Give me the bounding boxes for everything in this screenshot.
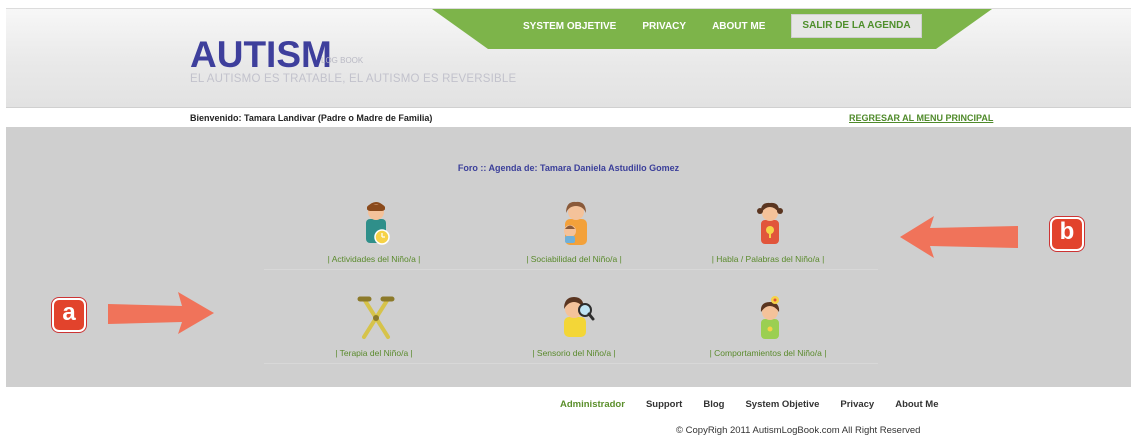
footer-link-blog[interactable]: Blog bbox=[703, 399, 724, 410]
footer-link-support[interactable]: Support bbox=[646, 399, 682, 410]
tile-terapia[interactable]: | Terapia del Niño/a | bbox=[264, 293, 484, 364]
separator bbox=[658, 363, 878, 364]
separator bbox=[658, 269, 878, 270]
separator bbox=[464, 269, 684, 270]
footer-link-about-me[interactable]: About Me bbox=[895, 399, 938, 410]
tile-label: | Sociabilidad del Niño/a | bbox=[526, 254, 622, 264]
copyright-notice: © CopyRigh 2011 AutismLogBook.com All Ri… bbox=[676, 425, 921, 436]
welcome-message: Bienvenido: Tamara Landivar (Padre o Mad… bbox=[190, 113, 433, 123]
tile-sociabilidad[interactable]: | Sociabilidad del Niño/a | bbox=[464, 199, 684, 270]
girl-flower-icon bbox=[760, 296, 780, 339]
mother-child-icon bbox=[564, 201, 587, 245]
footer-links: Administrador Support Blog System Objeti… bbox=[560, 399, 959, 410]
site-logo[interactable]: AUTISM bbox=[190, 36, 332, 73]
forum-title: Foro :: Agenda de: Tamara Daniela Astudi… bbox=[457, 163, 680, 173]
girl-speech-icon bbox=[757, 202, 783, 244]
agenda-panel: Foro :: Agenda de: Tamara Daniela Astudi… bbox=[6, 127, 1131, 387]
nav-about-me[interactable]: ABOUT ME bbox=[712, 21, 765, 32]
tile-actividades[interactable]: | Actividades del Niño/a | bbox=[264, 199, 484, 270]
separator bbox=[464, 363, 684, 364]
right-pointing-arrow-annotation bbox=[108, 292, 214, 334]
tile-sensorio[interactable]: | Sensorio del Niño/a | bbox=[464, 293, 684, 364]
tile-label: | Sensorio del Niño/a | bbox=[532, 348, 616, 358]
tile-label: | Actividades del Niño/a | bbox=[327, 254, 421, 264]
tile-label: | Terapia del Niño/a | bbox=[335, 348, 413, 358]
separator bbox=[264, 269, 484, 270]
back-to-main-menu-link[interactable]: REGRESAR AL MENU PRINCIPAL bbox=[849, 113, 993, 123]
left-pointing-arrow-annotation bbox=[900, 216, 1018, 258]
tile-habla-palabras[interactable]: | Habla / Palabras del Niño/a | bbox=[658, 199, 878, 270]
footer-link-administrador[interactable]: Administrador bbox=[560, 399, 625, 410]
nav-privacy[interactable]: PRIVACY bbox=[642, 21, 686, 32]
separator bbox=[264, 363, 484, 364]
nav-system-objetive[interactable]: SYSTEM OBJETIVE bbox=[523, 21, 616, 32]
footer-link-system-objetive[interactable]: System Objetive bbox=[745, 399, 819, 410]
crutches-icon bbox=[357, 296, 395, 339]
tile-label: | Comportamientos del Niño/a | bbox=[709, 348, 827, 358]
tile-comportamientos[interactable]: | Comportamientos del Niño/a | bbox=[658, 293, 878, 364]
logo-subtitle: LOG BOOK bbox=[321, 56, 364, 65]
nav-salir-de-la-agenda[interactable]: SALIR DE LA AGENDA bbox=[791, 14, 922, 38]
boy-clock-icon bbox=[366, 202, 390, 245]
annotation-badge-b: b bbox=[1050, 217, 1084, 251]
footer-link-privacy[interactable]: Privacy bbox=[840, 399, 874, 410]
site-tagline: EL AUTISMO ES TRATABLE, EL AUTISMO ES RE… bbox=[190, 73, 517, 85]
tile-label: | Habla / Palabras del Niño/a | bbox=[711, 254, 825, 264]
top-navigation: SYSTEM OBJETIVE PRIVACY ABOUT ME SALIR D… bbox=[432, 9, 992, 49]
girl-magnifier-icon bbox=[564, 297, 595, 337]
annotation-badge-a: a bbox=[52, 298, 86, 332]
